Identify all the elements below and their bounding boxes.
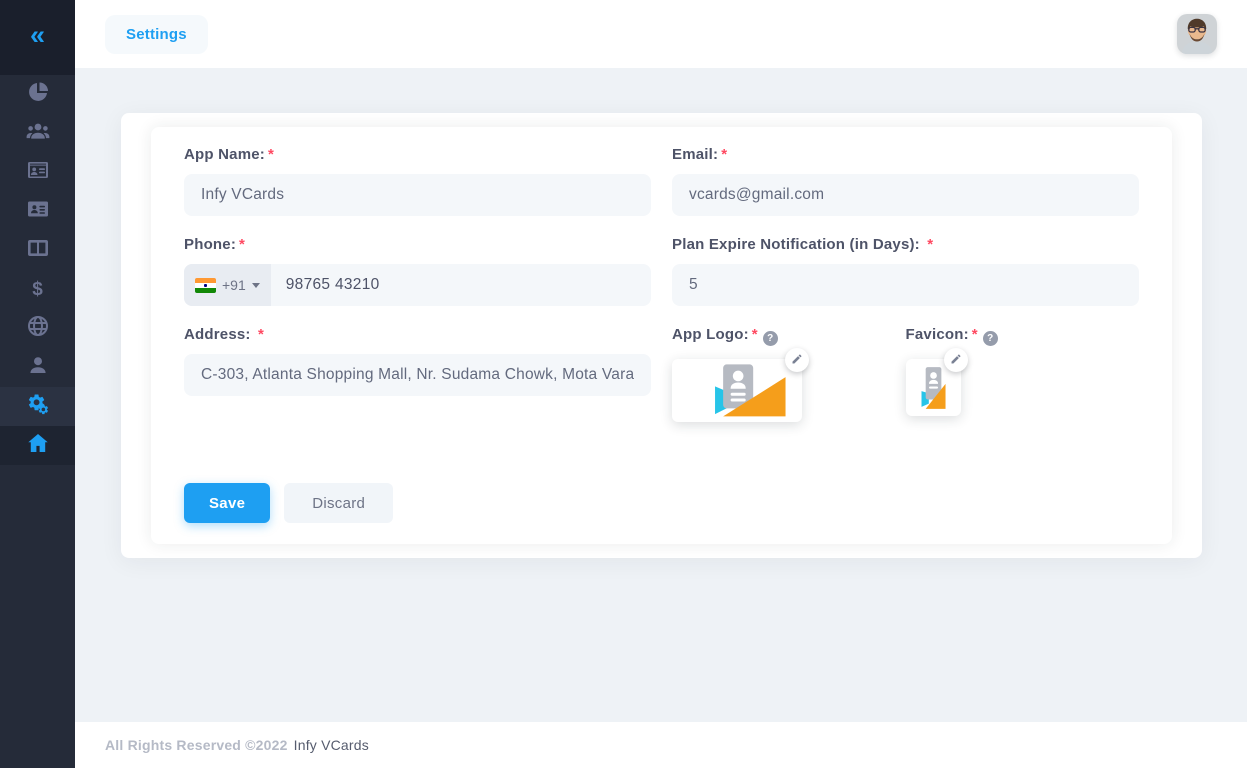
plan-expire-label: Plan Expire Notification (in Days): *	[672, 236, 1139, 253]
page-title: Settings	[105, 15, 208, 54]
header: Settings	[75, 0, 1247, 68]
page-title-label: Settings	[126, 26, 187, 43]
form-actions: Save Discard	[184, 483, 1139, 523]
app-logo-label: App Logo:*?	[672, 326, 906, 346]
main-area: Settings	[75, 0, 1247, 768]
email-label: Email:*	[672, 146, 1139, 163]
id-card-icon	[26, 158, 50, 187]
app-name-field-group: App Name:*	[184, 146, 651, 216]
plan-expire-field-group: Plan Expire Notification (in Days): *	[672, 236, 1139, 306]
sidebar-item-templates[interactable]	[0, 231, 75, 270]
edit-app-logo-button[interactable]	[785, 348, 809, 372]
phone-input-wrap: +91	[184, 264, 651, 306]
sidebar-item-settings[interactable]	[0, 387, 75, 426]
edit-favicon-button[interactable]	[944, 348, 968, 372]
discard-button[interactable]: Discard	[284, 483, 393, 523]
footer-brand[interactable]: Infy VCards	[294, 737, 369, 753]
country-code-select[interactable]: +91	[184, 264, 271, 306]
email-input[interactable]	[672, 174, 1139, 216]
home-icon	[26, 431, 50, 460]
pencil-icon	[950, 353, 962, 368]
sidebar-item-users[interactable]	[0, 114, 75, 153]
phone-field-group: Phone:* +91	[184, 236, 651, 306]
settings-card-body: App Name:* Email:* Phone:*	[151, 127, 1172, 544]
uploads-row: App Logo:*?	[672, 326, 1139, 422]
required-asterisk: *	[752, 326, 758, 343]
address-field-group: Address: *	[184, 326, 651, 422]
pie-chart-icon	[26, 80, 50, 109]
sidebar: «	[0, 0, 75, 768]
favicon-label: Favicon:*?	[906, 326, 1140, 346]
plan-expire-input[interactable]	[672, 264, 1139, 306]
dollar-icon: $	[32, 279, 43, 301]
required-asterisk: *	[721, 146, 727, 163]
app-window: «	[0, 0, 1247, 768]
sidebar-item-contacts[interactable]	[0, 192, 75, 231]
user-icon	[26, 353, 50, 382]
content: App Name:* Email:* Phone:*	[75, 68, 1247, 722]
sidebar-item-plans[interactable]: $	[0, 270, 75, 309]
copyright-text: All Rights Reserved ©2022	[105, 737, 288, 753]
app-name-input[interactable]	[184, 174, 651, 216]
chevrons-left-icon: «	[30, 20, 45, 50]
sidebar-item-home[interactable]	[0, 426, 75, 465]
india-flag-icon	[195, 278, 216, 293]
required-asterisk: *	[258, 326, 264, 343]
app-logo-preview	[672, 359, 802, 422]
avatar[interactable]	[1177, 14, 1217, 54]
app-name-label: App Name:*	[184, 146, 651, 163]
address-input[interactable]	[184, 354, 651, 396]
settings-card: App Name:* Email:* Phone:*	[121, 113, 1202, 558]
app-logo-image	[685, 362, 789, 420]
help-icon[interactable]: ?	[983, 331, 998, 346]
help-icon[interactable]: ?	[763, 331, 778, 346]
required-asterisk: *	[268, 146, 274, 163]
chevron-down-icon	[252, 283, 260, 288]
sidebar-item-account[interactable]	[0, 348, 75, 387]
dial-code: +91	[222, 277, 246, 293]
globe-icon	[26, 314, 50, 343]
gears-icon	[26, 392, 50, 421]
required-asterisk: *	[927, 236, 933, 253]
sidebar-bottom-nav	[0, 387, 75, 465]
settings-form: App Name:* Email:* Phone:*	[184, 146, 1139, 442]
favicon-group: Favicon:*?	[906, 326, 1140, 422]
pencil-icon	[791, 353, 803, 368]
phone-number-input[interactable]	[271, 264, 651, 306]
users-icon	[26, 119, 50, 148]
save-button[interactable]: Save	[184, 483, 270, 523]
columns-icon	[26, 236, 50, 265]
address-label: Address: *	[184, 326, 651, 343]
sidebar-item-vcards[interactable]	[0, 153, 75, 192]
footer: All Rights Reserved ©2022 Infy VCards	[75, 722, 1247, 768]
app-logo-group: App Logo:*?	[672, 326, 906, 422]
email-field-group: Email:*	[672, 146, 1139, 216]
sidebar-header: «	[0, 0, 75, 75]
phone-label: Phone:*	[184, 236, 651, 253]
required-asterisk: *	[972, 326, 978, 343]
address-card-icon	[26, 197, 50, 226]
favicon-image	[916, 365, 950, 411]
sidebar-collapse-button[interactable]: «	[30, 22, 45, 53]
favicon-preview	[906, 359, 961, 416]
sidebar-item-dashboard[interactable]	[0, 75, 75, 114]
sidebar-nav: $	[0, 75, 75, 387]
required-asterisk: *	[239, 236, 245, 253]
sidebar-item-languages[interactable]	[0, 309, 75, 348]
